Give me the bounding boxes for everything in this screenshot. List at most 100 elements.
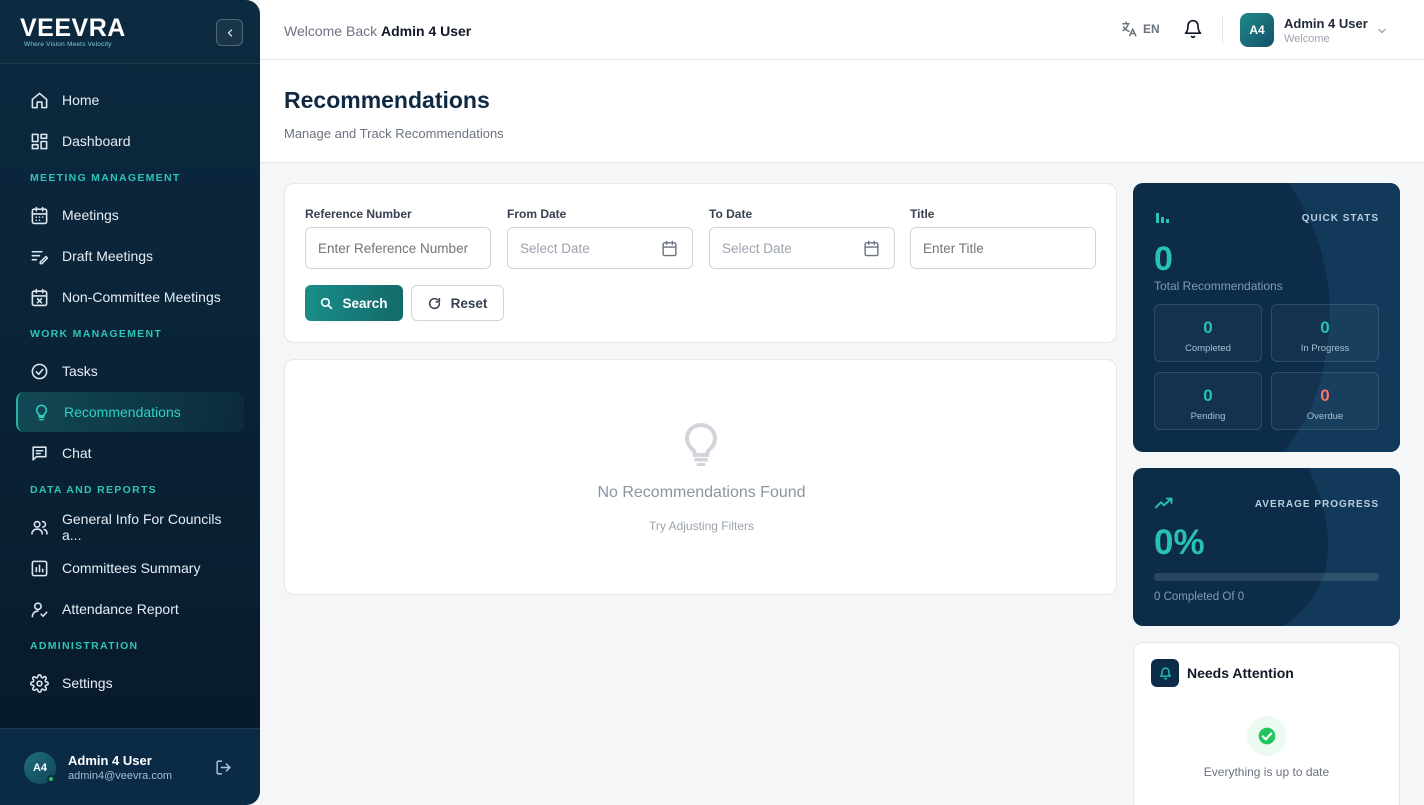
sidebar-item-non-committee-meetings[interactable]: Non-Committee Meetings — [16, 277, 244, 317]
brand-logo[interactable]: VEEVRA — [20, 14, 126, 43]
stat-label: In Progress — [1300, 343, 1350, 354]
stat-label: Pending — [1190, 411, 1226, 422]
average-progress-card: AVERAGE PROGRESS 0% 0 Completed Of 0 — [1133, 468, 1400, 626]
sidebar-section-label: ADMINISTRATION — [30, 640, 139, 652]
empty-state-subtitle: Try Adjusting Filters — [649, 519, 754, 533]
sidebar-item-label: Attendance Report — [62, 601, 179, 617]
sidebar-item-label: Draft Meetings — [62, 248, 154, 264]
sidebar-item-label: General Info For Councils a... — [62, 511, 222, 543]
title-label: Title — [910, 207, 935, 221]
sidebar-user-email: admin4@veevra.com — [68, 770, 173, 782]
reference-number-input[interactable] — [305, 227, 491, 269]
sidebar-item-home[interactable]: Home — [16, 80, 244, 120]
sidebar-item-label: Recommendations — [64, 404, 181, 420]
bell-icon — [1151, 659, 1179, 687]
logout-icon — [216, 760, 231, 775]
language-label: EN — [1143, 22, 1160, 36]
sidebar-item-label: Settings — [62, 675, 113, 691]
sidebar-item-dashboard[interactable]: Dashboard — [16, 121, 244, 161]
sidebar-item-attendance-report[interactable]: Attendance Report — [16, 589, 244, 629]
sidebar-item-label: Home — [62, 92, 100, 108]
page-subtitle: Manage and Track Recommendations — [284, 126, 504, 141]
sidebar-item-meetings[interactable]: Meetings — [16, 195, 244, 235]
stat-value: 0 — [1320, 386, 1330, 405]
progress-bar — [1154, 573, 1379, 581]
needs-attention-title: Needs Attention — [1187, 665, 1294, 681]
sidebar-item-label: Dashboard — [62, 133, 131, 149]
sidebar-item-committees-summary[interactable]: Committees Summary — [16, 548, 244, 588]
divider — [1222, 16, 1223, 44]
sidebar-item-chat[interactable]: Chat — [16, 433, 244, 473]
stat-label: Overdue — [1306, 411, 1344, 422]
user-menu-toggle[interactable] — [1376, 24, 1388, 42]
stat-overdue: 0 Overdue — [1271, 372, 1379, 430]
welcome-user: Admin 4 User — [381, 23, 472, 39]
sidebar: VEEVRA Where Vision Meets Velocity Home D… — [0, 0, 260, 805]
needs-attention-card: Needs Attention Everything is up to date — [1133, 642, 1400, 805]
check-circle-icon — [1247, 716, 1287, 756]
bar-chart-icon — [31, 560, 48, 576]
lightbulb-icon — [684, 422, 718, 466]
sidebar-item-settings[interactable]: Settings — [16, 663, 244, 703]
home-icon — [31, 92, 48, 108]
dashboard-icon — [31, 133, 48, 149]
welcome-prefix: Welcome Back — [284, 23, 378, 39]
sidebar-item-draft-meetings[interactable]: Draft Meetings — [16, 236, 244, 276]
draft-icon — [31, 250, 49, 264]
chevron-down-icon — [1378, 28, 1386, 34]
quick-stats-card: QUICK STATS 0 Total Recommendations 0 Co… — [1133, 183, 1400, 452]
quick-stats-label: QUICK STATS — [1301, 213, 1379, 224]
page-header: Recommendations Manage and Track Recomme… — [260, 60, 1424, 163]
bell-icon — [1184, 19, 1202, 39]
sidebar-item-label: Tasks — [62, 363, 98, 379]
welcome-message: Welcome Back Admin 4 User — [284, 23, 471, 39]
title-input[interactable] — [910, 227, 1096, 269]
from-date-input[interactable]: Select Date — [507, 227, 693, 269]
average-progress-label: AVERAGE PROGRESS — [1254, 499, 1379, 510]
search-button[interactable]: Search — [305, 285, 403, 321]
online-status-dot — [47, 775, 55, 783]
sidebar-item-recommendations[interactable]: Recommendations — [16, 392, 244, 432]
stat-value: 0 — [1203, 386, 1213, 405]
reset-button[interactable]: Reset — [411, 285, 504, 321]
sidebar-item-label: Meetings — [62, 207, 119, 223]
brand-tagline: Where Vision Meets Velocity — [24, 41, 112, 48]
user-check-icon — [31, 601, 48, 617]
average-progress-subtitle: 0 Completed Of 0 — [1154, 591, 1245, 603]
sidebar-item-label: Chat — [62, 445, 92, 461]
stat-completed: 0 Completed — [1154, 304, 1262, 362]
calendar-icon — [31, 206, 48, 224]
sidebar-section-label: WORK MANAGEMENT — [30, 328, 163, 340]
chevron-left-icon — [227, 28, 232, 37]
chat-icon — [32, 445, 47, 461]
user-name[interactable]: Admin 4 User — [1284, 16, 1368, 31]
sidebar-item-label: Non-Committee Meetings — [62, 289, 221, 305]
search-icon — [321, 297, 333, 309]
sidebar-nav: Home Dashboard MEETING MANAGEMENT Meetings D… — [0, 79, 260, 704]
stat-in-progress: 0 In Progress — [1271, 304, 1379, 362]
language-switcher[interactable]: EN — [1120, 20, 1160, 38]
to-date-input[interactable]: Select Date — [709, 227, 895, 269]
sidebar-item-tasks[interactable]: Tasks — [16, 351, 244, 391]
notifications-button[interactable] — [1183, 19, 1203, 44]
sidebar-item-general-info[interactable]: General Info For Councils a... — [16, 507, 244, 547]
sidebar-user-name: Admin 4 User — [68, 753, 152, 768]
to-date-label: To Date — [709, 207, 753, 221]
users-icon — [31, 520, 48, 535]
total-recommendations-value: 0 — [1154, 240, 1173, 278]
lightbulb-icon — [35, 404, 48, 420]
empty-state-title: No Recommendations Found — [597, 484, 806, 501]
user-avatar[interactable]: A4 — [1240, 13, 1274, 47]
bar-chart-icon — [1156, 213, 1169, 223]
user-subtitle: Welcome — [1284, 33, 1330, 45]
logout-button[interactable] — [215, 759, 232, 781]
sidebar-section-label: MEETING MANAGEMENT — [30, 172, 181, 184]
from-date-label: From Date — [507, 207, 567, 221]
recommendations-list: No Recommendations Found Try Adjusting F… — [284, 359, 1117, 595]
topbar: Welcome Back Admin 4 User EN A4 Admin 4 … — [260, 0, 1424, 60]
to-date-placeholder: Select Date — [722, 240, 792, 256]
brand: VEEVRA Where Vision Meets Velocity — [0, 0, 260, 64]
reset-button-label: Reset — [450, 295, 488, 311]
trending-up-icon — [1155, 497, 1173, 509]
collapse-sidebar-button[interactable] — [216, 19, 243, 46]
